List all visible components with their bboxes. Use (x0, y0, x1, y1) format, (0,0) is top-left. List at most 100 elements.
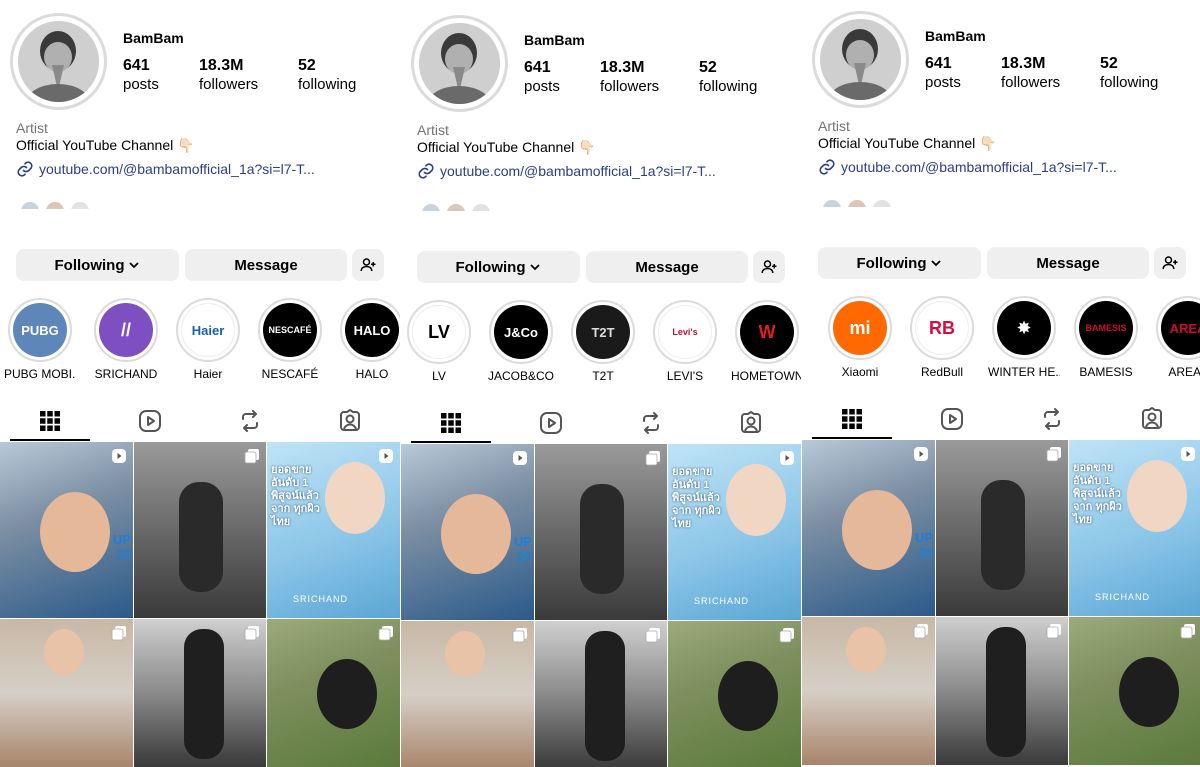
post-thumbnail[interactable] (535, 444, 667, 620)
highlight-label: SRICHAND (94, 367, 158, 381)
highlight-item[interactable]: LV LV (403, 300, 475, 383)
highlight-item[interactable]: BAMESIS BAMESIS (1070, 296, 1142, 379)
post-thumbnail[interactable]: UP 20 (0, 442, 133, 618)
message-button[interactable]: Message (987, 247, 1149, 279)
story-highlights: LV LV J&Co JACOB&CO T2T T2T Levi's LEVI'S W HOMET… (401, 300, 801, 386)
highlight-item[interactable]: T2T T2T (567, 300, 639, 383)
post-thumbnail[interactable] (134, 442, 266, 618)
highlight-label: Xiaomi (841, 365, 879, 379)
tab-reels[interactable] (912, 399, 992, 439)
post-subject (325, 462, 385, 534)
posts-count[interactable]: 641 posts (925, 54, 961, 92)
post-thumbnail[interactable] (401, 621, 534, 767)
highlight-label: HOMETOWN (731, 369, 801, 383)
highlight-item[interactable]: NESCAFÉ NESCAFÉ (254, 298, 326, 381)
grid-icon (441, 413, 461, 433)
profile-avatar[interactable] (812, 11, 909, 108)
tab-tagged[interactable] (310, 401, 390, 441)
highlight-cover: // (99, 303, 153, 357)
post-brand-text: SRICHAND (1095, 592, 1151, 602)
suggested-users-button[interactable] (1154, 247, 1186, 279)
tab-reposts[interactable] (210, 401, 290, 441)
profile-tabs (0, 401, 400, 441)
highlight-item[interactable]: W HOMETOWN (731, 300, 801, 383)
followers-count[interactable]: 18.3M followers (199, 56, 258, 94)
profile-link[interactable]: youtube.com/@bambamofficial_1a?si=l7-T..… (818, 158, 1117, 176)
highlight-item[interactable]: ✸ WINTER HE... (988, 296, 1060, 379)
post-thumbnail[interactable] (535, 621, 667, 767)
highlight-item[interactable]: // SRICHAND (90, 298, 162, 381)
tab-reels[interactable] (110, 401, 190, 441)
highlight-item[interactable]: AREA AREA5 (1152, 296, 1200, 379)
post-subject (184, 629, 224, 759)
followers-count[interactable]: 18.3M followers (600, 58, 659, 96)
post-thumbnail[interactable] (936, 617, 1068, 765)
profile-bio: Official YouTube Channel 👇🏻 (417, 139, 596, 155)
highlight-ring: mi (828, 296, 892, 360)
carousel-badge-icon (512, 628, 527, 643)
post-thumbnail[interactable]: ยอดขาย อันดับ 1 พิสูจน์แล้วจาก ทุกผิวไทย… (1069, 440, 1200, 616)
posts-count[interactable]: 641 posts (524, 58, 560, 96)
post-thumbnail[interactable] (1069, 617, 1200, 765)
reel-badge-icon (1181, 447, 1195, 461)
post-thumbnail[interactable] (668, 621, 801, 767)
following-count[interactable]: 52 following (298, 56, 356, 94)
highlight-item[interactable]: PUBG PUBG MOBI... (4, 298, 76, 381)
profile-category: Artist (16, 120, 48, 136)
following-button[interactable]: Following (818, 247, 981, 279)
story-highlights: PUBG PUBG MOBI... // SRICHAND Haier Haier NESC… (0, 298, 400, 384)
followers-count[interactable]: 18.3M followers (1001, 54, 1060, 92)
highlight-item[interactable]: N (797, 300, 801, 383)
post-thumbnail[interactable] (936, 440, 1068, 616)
tab-tagged[interactable] (711, 403, 791, 443)
tagged-icon (340, 409, 360, 431)
highlight-item[interactable]: Haier Haier (172, 298, 244, 381)
following-count[interactable]: 52 following (1100, 54, 1158, 92)
highlight-ring: T2T (571, 300, 635, 364)
post-thumbnail[interactable]: UP 20 (401, 444, 534, 620)
highlight-cover: W (740, 305, 794, 359)
tab-tagged[interactable] (1112, 399, 1192, 439)
following-button[interactable]: Following (417, 251, 580, 283)
suggested-users-button[interactable] (352, 249, 384, 281)
post-thumbnail[interactable]: ยอดขาย อันดับ 1 พิสูจน์แล้วจาก ทุกผิวไทย… (267, 442, 400, 618)
following-button[interactable]: Following (16, 249, 179, 281)
followed-by-avatars[interactable] (822, 193, 902, 207)
post-thumbnail[interactable] (267, 619, 400, 767)
avatar-photo (18, 21, 99, 102)
post-thumbnail[interactable]: UP 20 (802, 440, 935, 616)
profile-avatar[interactable] (411, 15, 508, 112)
post-subject (179, 482, 223, 592)
highlight-item[interactable]: mi Xiaomi (824, 296, 896, 379)
profile-link[interactable]: youtube.com/@bambamofficial_1a?si=l7-T..… (16, 160, 315, 178)
post-thumbnail[interactable] (802, 617, 935, 765)
tab-posts[interactable] (411, 403, 491, 443)
tab-reposts[interactable] (611, 403, 691, 443)
followed-by-avatars[interactable] (421, 197, 501, 211)
post-subject (580, 484, 624, 594)
post-overlay-text: UP 20 (112, 532, 131, 562)
profile-category: Artist (818, 118, 850, 134)
message-button[interactable]: Message (185, 249, 347, 281)
highlight-label: T2T (592, 369, 614, 383)
message-button[interactable]: Message (586, 251, 748, 283)
highlight-item[interactable]: Levi's LEVI'S (649, 300, 721, 383)
highlight-item[interactable]: HALO HALO (336, 298, 400, 381)
repost-icon (643, 412, 659, 434)
tab-reposts[interactable] (1012, 399, 1092, 439)
profile-link[interactable]: youtube.com/@bambamofficial_1a?si=l7-T..… (417, 162, 716, 180)
tab-posts[interactable] (10, 401, 90, 441)
followed-by-avatars[interactable] (20, 195, 100, 209)
post-thumbnail[interactable] (0, 619, 133, 767)
following-count[interactable]: 52 following (699, 58, 757, 96)
posts-count[interactable]: 641 posts (123, 56, 159, 94)
highlight-item[interactable]: RB RedBull (906, 296, 978, 379)
highlight-item[interactable]: J&Co JACOB&CO (485, 300, 557, 383)
post-thumbnail[interactable] (134, 619, 266, 767)
tab-reels[interactable] (511, 403, 591, 443)
tab-posts[interactable] (812, 399, 892, 439)
profile-avatar[interactable] (10, 13, 107, 110)
highlight-ring: // (94, 298, 158, 362)
suggested-users-button[interactable] (753, 251, 785, 283)
post-thumbnail[interactable]: ยอดขาย อันดับ 1 พิสูจน์แล้วจาก ทุกผิวไทย… (668, 444, 801, 620)
